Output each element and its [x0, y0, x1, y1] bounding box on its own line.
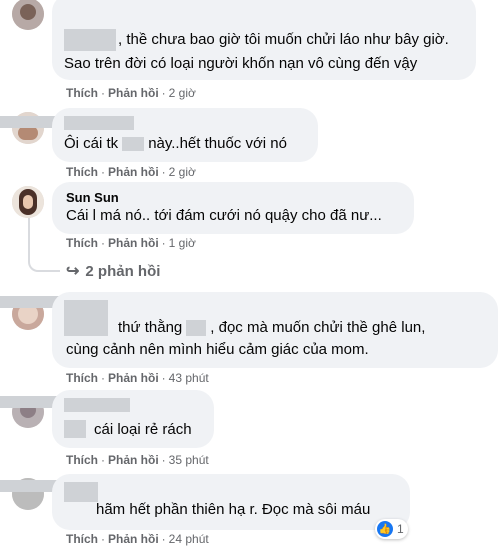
like-button[interactable]: Thích — [66, 532, 98, 546]
comment-actions: Thích · Phản hồi · 1 giờ — [66, 236, 196, 250]
comment-actions: Thích · Phản hồi · 35 phút — [66, 453, 209, 467]
comment-text: , thề chưa bao giờ tôi muốn chửi láo như… — [118, 31, 449, 48]
reaction-count: 1 — [397, 522, 404, 536]
like-button[interactable]: Thích — [66, 86, 98, 100]
reply-button[interactable]: Phản hồi — [108, 453, 159, 467]
timestamp[interactable]: 35 phút — [169, 453, 209, 467]
comment-actions: Thích · Phản hồi · 24 phút — [66, 532, 209, 546]
reply-button[interactable]: Phản hồi — [108, 86, 159, 100]
comment-bubble: cái loại rẻ rách — [52, 390, 214, 448]
comment-actions: Thích · Phản hồi · 2 giờ — [66, 165, 196, 179]
comment-text: thứ thằng, đọc mà muốn chửi thề ghê lun, — [118, 319, 426, 337]
reply-button[interactable]: Phản hồi — [108, 165, 159, 179]
timestamp[interactable]: 1 giờ — [169, 236, 196, 250]
like-button[interactable]: Thích — [66, 371, 98, 385]
reply-button[interactable]: Phản hồi — [108, 532, 159, 546]
avatar[interactable] — [12, 0, 44, 30]
comment-text: Sao trên đời có loại người khốn nạn vô c… — [64, 55, 418, 72]
timestamp[interactable]: 43 phút — [169, 371, 209, 385]
like-reaction-icon: 👍 — [377, 521, 393, 537]
comment-text: cùng cảnh nên mình hiểu cảm giác của mom… — [66, 341, 369, 358]
comment-bubble: Ôi cái tk này..hết thuốc với nó — [52, 108, 318, 162]
redacted-name — [64, 116, 134, 130]
view-replies-link[interactable]: ↪ 2 phản hồi — [66, 261, 160, 281]
like-button[interactable]: Thích — [66, 453, 98, 467]
timestamp[interactable]: 2 giờ — [169, 86, 196, 100]
reply-arrow-icon: ↪ — [66, 263, 80, 280]
redacted-name — [64, 420, 86, 438]
replies-count-label: 2 phản hồi — [85, 263, 161, 280]
timestamp[interactable]: 24 phút — [169, 532, 209, 546]
comment-bubble: hãm hết phần thiên hạ r. Đọc mà sôi máu — [52, 474, 410, 530]
redacted-text — [186, 320, 207, 337]
redacted-name — [64, 398, 130, 412]
comment-text: Ôi cái tk này..hết thuốc với nó — [64, 135, 287, 152]
comment-text: Cái l má nó.. tới đám cưới nó quậy cho đ… — [66, 207, 382, 224]
comment-text: cái loại rẻ rách — [94, 421, 192, 438]
comment-author[interactable]: Sun Sun — [66, 190, 119, 205]
reaction-summary[interactable]: 👍 1 — [375, 519, 408, 539]
redacted-name — [64, 300, 108, 336]
comment-text: hãm hết phần thiên hạ r. Đọc mà sôi máu — [96, 501, 371, 518]
comment-bubble: Sun Sun Cái l má nó.. tới đám cưới nó qu… — [52, 182, 414, 234]
avatar[interactable] — [12, 186, 44, 218]
like-button[interactable]: Thích — [66, 236, 98, 250]
comment-actions: Thích · Phản hồi · 43 phút — [66, 371, 209, 385]
redacted-text — [122, 137, 145, 152]
comment-bubble: , thề chưa bao giờ tôi muốn chửi láo như… — [52, 0, 476, 80]
timestamp[interactable]: 2 giờ — [169, 165, 196, 179]
like-button[interactable]: Thích — [66, 165, 98, 179]
comment-actions: Thích · Phản hồi · 2 giờ — [66, 86, 196, 100]
redacted-name — [64, 29, 116, 51]
reply-button[interactable]: Phản hồi — [108, 371, 159, 385]
comment-bubble: thứ thằng, đọc mà muốn chửi thề ghê lun,… — [52, 292, 498, 368]
reply-button[interactable]: Phản hồi — [108, 236, 159, 250]
redacted-name — [64, 482, 98, 502]
